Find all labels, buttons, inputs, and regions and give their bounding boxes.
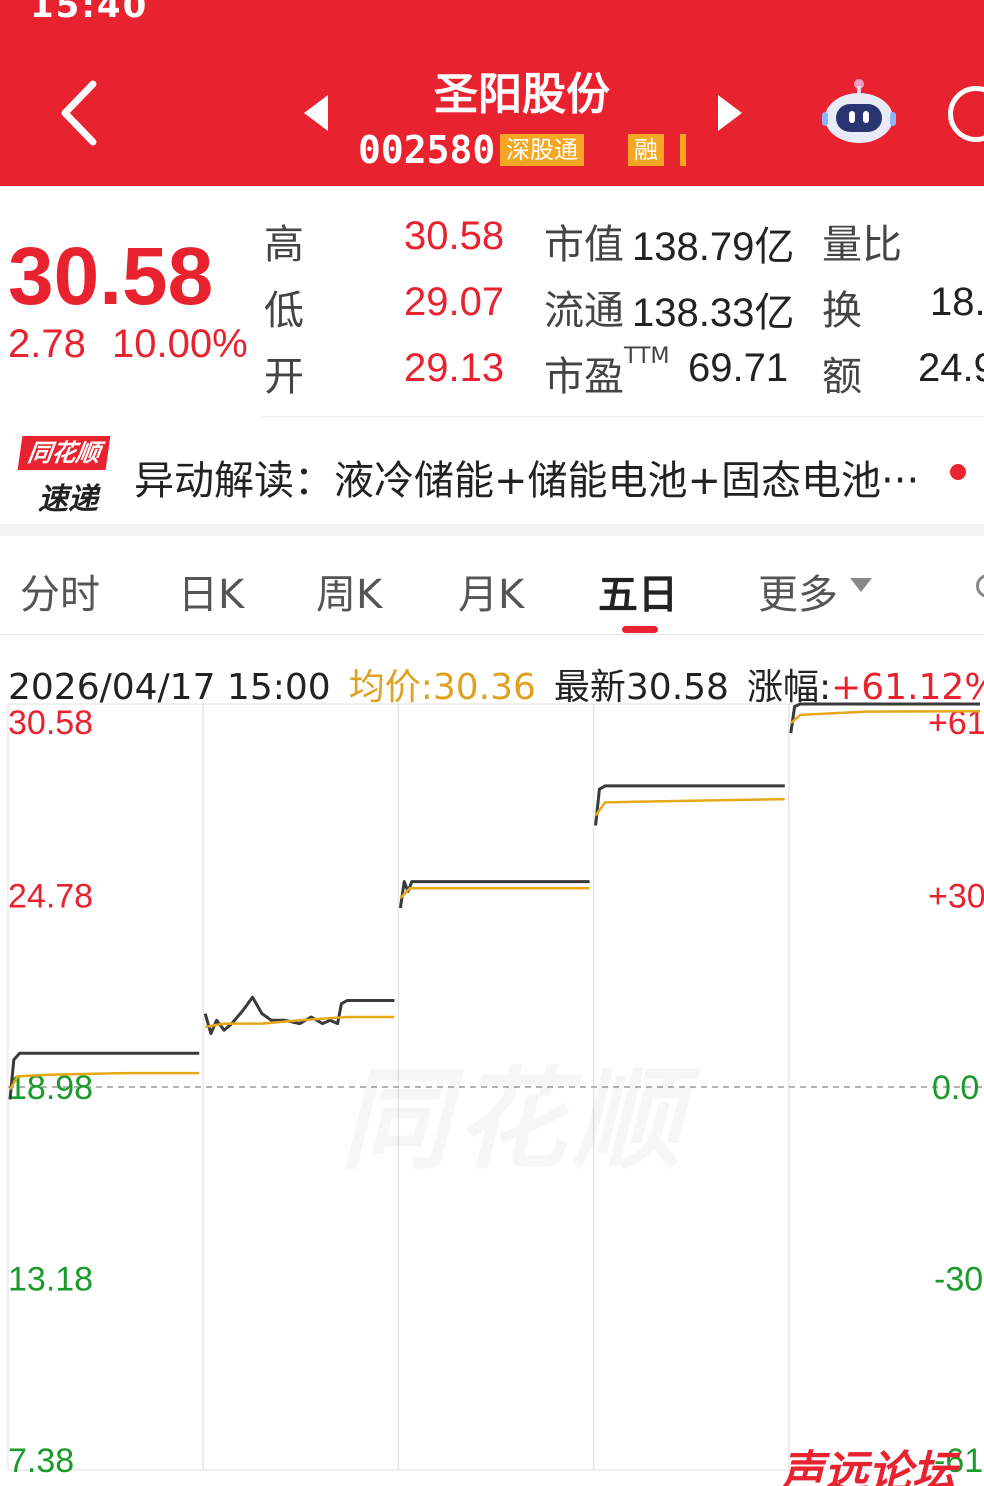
tab-intraday[interactable]: 分时 — [20, 562, 100, 620]
low-value: 29.07 — [404, 280, 505, 324]
logo-bottom-text: 速递 — [38, 482, 98, 517]
y-axis-right-label: +30.5 — [928, 878, 984, 916]
y-axis-left-label: 24.78 — [8, 878, 93, 916]
avg-price-line — [594, 797, 785, 817]
amount-label: 额 — [822, 354, 862, 400]
chevron-down-icon[interactable] — [850, 578, 872, 592]
mktcap-value: 138.79亿 — [632, 225, 795, 269]
turnover-label: 换 — [822, 288, 862, 334]
active-tab-indicator — [622, 626, 658, 633]
y-axis-right-label: -30.5 — [934, 1261, 984, 1299]
tab-more[interactable]: 更多 — [758, 562, 838, 620]
settings-icon[interactable] — [976, 574, 984, 598]
watermark-logo: 同花顺 — [340, 1030, 688, 1190]
tab-five-day[interactable]: 五日 — [598, 562, 678, 620]
high-value: 30.58 — [404, 214, 505, 258]
logo-top-text: 同花顺 — [17, 436, 111, 470]
price-line — [594, 784, 785, 826]
tab-weekly-k[interactable]: 周K — [316, 562, 382, 620]
y-axis-right-label: 0.0 — [932, 1069, 979, 1107]
stock-header: 15:40 圣阳股份 002580 深股通 融 — [0, 0, 984, 186]
news-headline[interactable]: 异动解读：液冷储能+储能电池+固态电池··· — [134, 448, 934, 506]
float-label: 流通 — [544, 288, 624, 334]
pe-sup: TTM — [624, 344, 670, 369]
open-label: 开 — [264, 354, 304, 400]
pe-label-text: 市盈 — [544, 354, 624, 400]
tabs-divider — [0, 634, 984, 635]
tab-daily-k[interactable]: 日K — [178, 562, 244, 620]
margin-badge: 融 — [628, 134, 664, 166]
stock-code: 002580 — [358, 128, 496, 172]
turnover-value: 18. — [930, 280, 984, 324]
pe-label: 市盈TTM — [544, 344, 669, 402]
price-line — [203, 995, 395, 1035]
y-axis-left-label: 30.58 — [8, 704, 93, 742]
y-axis-left-label: 13.18 — [8, 1261, 93, 1299]
mktcap-label: 市值 — [544, 222, 624, 268]
tab-monthly-k[interactable]: 月K — [458, 562, 524, 620]
amount-value: 24.9 — [918, 346, 984, 390]
high-label: 高 — [264, 222, 304, 268]
price-line — [398, 880, 590, 909]
sgt-badge: 深股通 — [500, 134, 584, 166]
status-bar-time: 15:40 — [30, 0, 149, 26]
quote-divider — [262, 416, 984, 417]
unread-dot-icon — [950, 464, 966, 480]
next-stock-icon[interactable] — [718, 95, 742, 131]
pe-value: 69.71 — [688, 346, 789, 390]
badge-bar — [680, 134, 686, 166]
section-gap — [0, 524, 984, 536]
current-price: 30.58 — [8, 231, 214, 322]
float-value: 138.33亿 — [632, 291, 795, 335]
vol-ratio-label: 量比 — [822, 222, 902, 268]
ths-express-logo: 同花顺 速递 — [17, 436, 111, 517]
robot-assistant-icon[interactable] — [822, 78, 896, 144]
open-value: 29.13 — [404, 346, 505, 390]
price-change: 2.78 — [8, 322, 86, 366]
y-axis-right-label: +61.1 — [928, 704, 984, 742]
forum-watermark: 声远论坛 — [780, 1447, 956, 1486]
low-label: 低 — [264, 288, 304, 334]
y-axis-left-label: 7.38 — [8, 1442, 74, 1480]
price-change-pct: 10.00% — [112, 322, 248, 366]
avg-price-line — [399, 886, 590, 899]
